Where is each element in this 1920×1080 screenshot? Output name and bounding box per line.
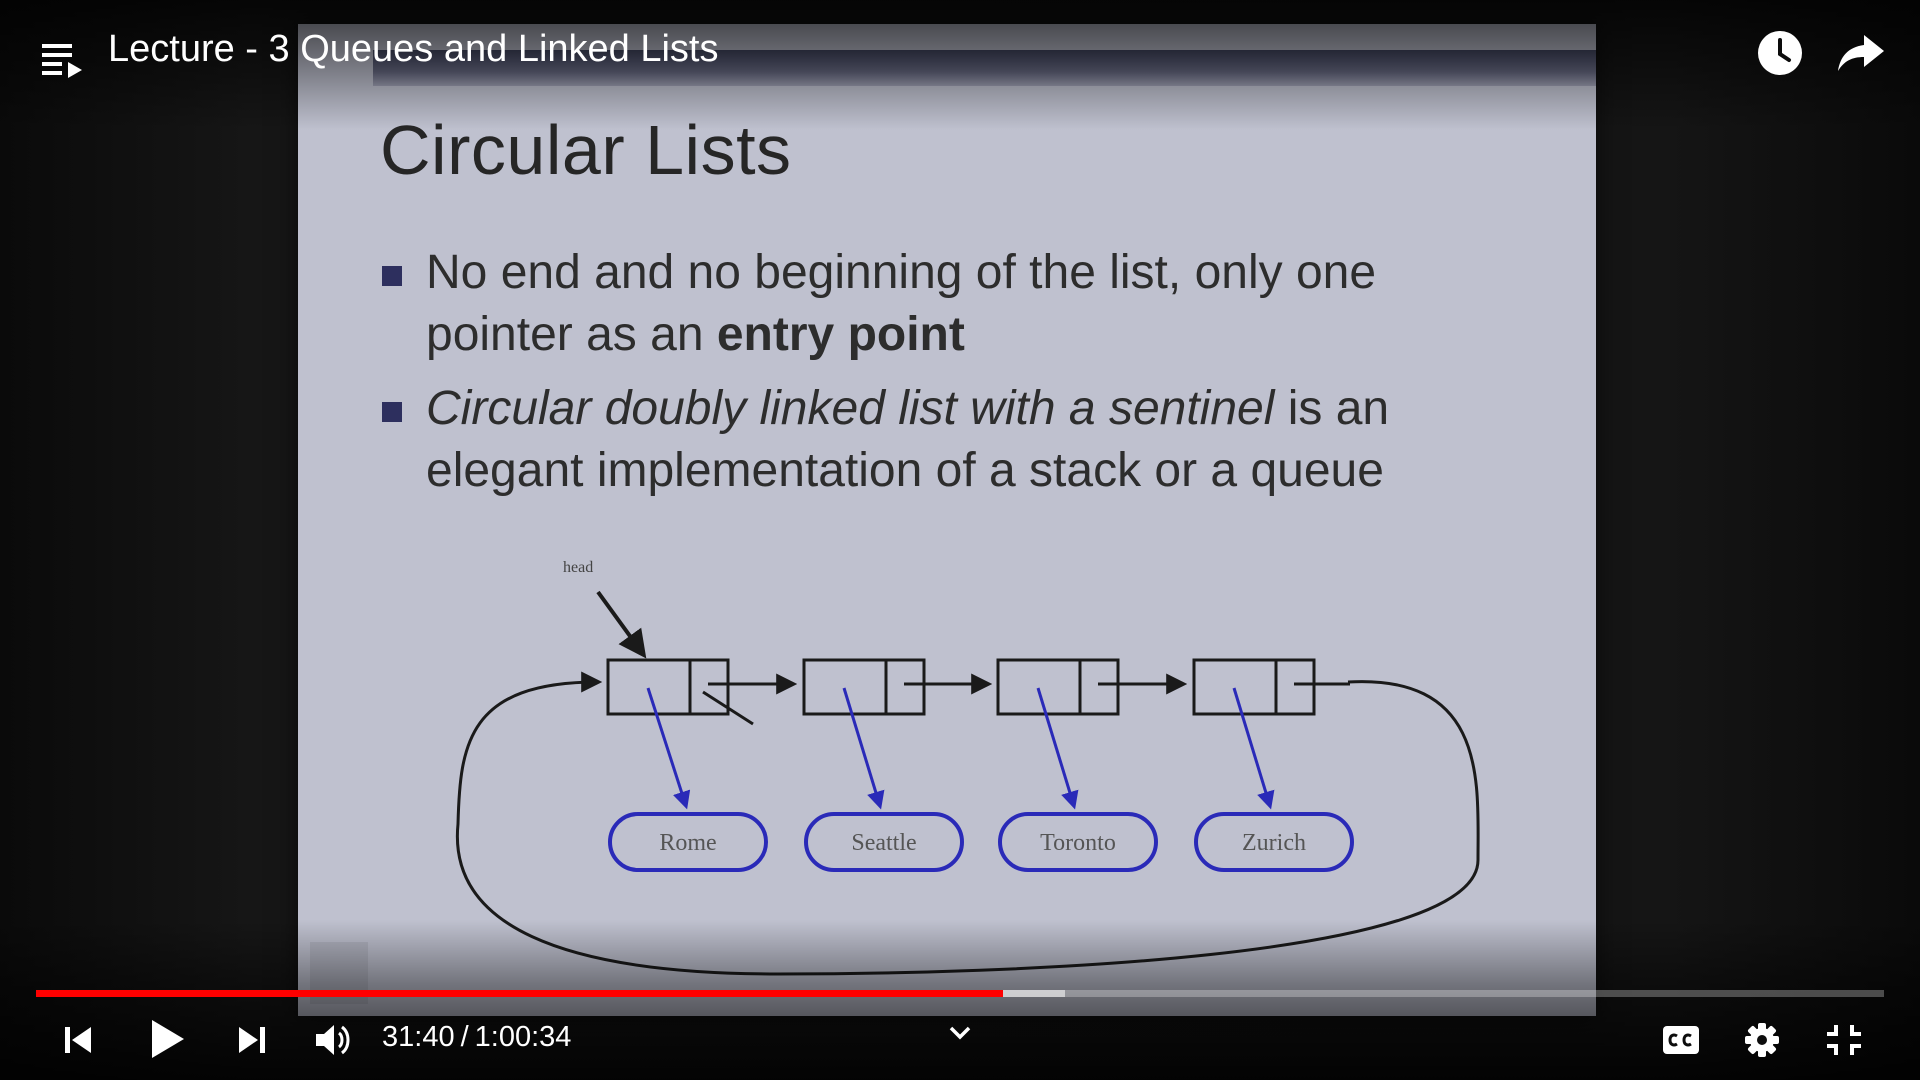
video-area[interactable]: Circular Lists No end and no beginning o… (0, 0, 1920, 1080)
skip-previous-icon[interactable] (62, 1024, 94, 1056)
lecture-slide: Circular Lists No end and no beginning o… (298, 24, 1596, 1016)
video-title[interactable]: Lecture - 3 Queues and Linked Lists (108, 28, 719, 71)
circular-list-diagram: head Rome Seattle Toronto Zurich (455, 559, 1480, 976)
clock-icon[interactable] (1756, 29, 1804, 77)
playlist-icon[interactable] (40, 38, 84, 82)
element-label-2: Seattle (851, 830, 916, 856)
gear-icon[interactable] (1744, 1022, 1780, 1058)
exit-fullscreen-icon[interactable] (1826, 1023, 1862, 1057)
head-label: head (563, 559, 593, 576)
list-node-3 (996, 658, 1188, 810)
skip-next-icon[interactable] (236, 1024, 268, 1056)
head-arrow (596, 590, 647, 659)
time-display: 31:40/1:00:34 (382, 1021, 571, 1054)
bottom-overlay (0, 920, 1920, 1080)
share-icon[interactable] (1836, 31, 1886, 75)
progress-bar[interactable] (36, 990, 1884, 997)
play-icon[interactable] (148, 1018, 188, 1060)
element-label-1: Rome (659, 830, 716, 856)
element-label-4: Zurich (1242, 830, 1306, 856)
volume-icon[interactable] (314, 1022, 352, 1058)
progress-played (36, 990, 1003, 997)
duration: 1:00:34 (474, 1021, 572, 1053)
element-label-3: Toronto (1040, 830, 1116, 856)
time-separator: / (460, 1021, 469, 1053)
current-time: 31:40 (382, 1021, 455, 1053)
cc-icon[interactable] (1662, 1025, 1700, 1055)
list-node-2 (802, 658, 993, 810)
chevron-down-icon[interactable] (946, 1022, 974, 1044)
list-node-4 (1192, 658, 1350, 810)
list-node-1 (606, 658, 798, 810)
